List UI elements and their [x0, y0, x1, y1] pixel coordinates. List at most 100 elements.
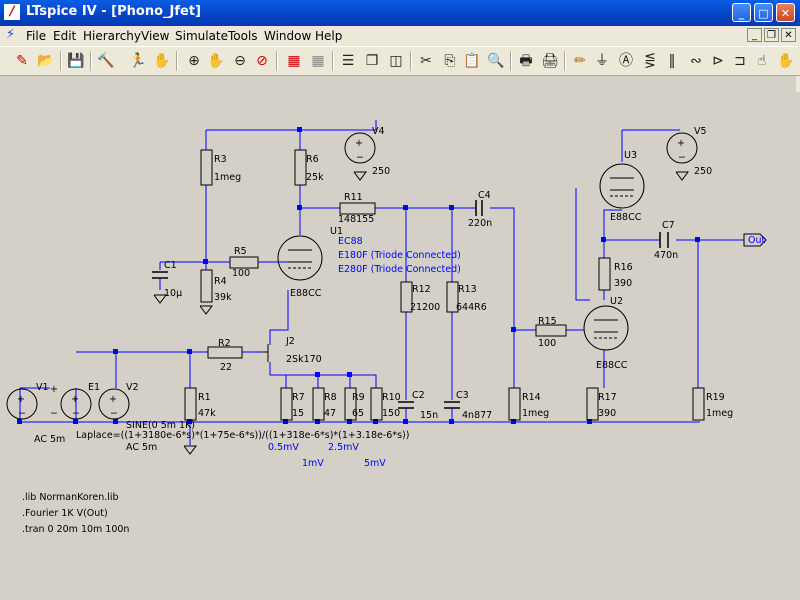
- run-icon[interactable]: 🏃: [128, 52, 148, 70]
- waveform-icon[interactable]: ▦: [284, 52, 304, 70]
- label-v4-name: V4: [372, 126, 385, 137]
- cascade-icon[interactable]: ❐: [362, 52, 382, 70]
- component-icon[interactable]: ⊐: [730, 52, 750, 70]
- open-icon[interactable]: 📂: [36, 52, 56, 70]
- label-c7-value: 470n: [654, 250, 678, 261]
- schematic-doc-icon[interactable]: ⚡: [6, 28, 20, 42]
- jfet-j2: [262, 344, 269, 362]
- inductor-icon[interactable]: ∾: [686, 52, 706, 70]
- menu-file[interactable]: File: [26, 29, 46, 43]
- print-setup-icon[interactable]: 🖶: [516, 52, 536, 70]
- draw-wire-icon[interactable]: ✏: [570, 52, 590, 70]
- tube-u3: [599, 163, 645, 209]
- mdi-close-button[interactable]: ✕: [781, 28, 796, 42]
- cut-icon[interactable]: ✂: [416, 52, 436, 70]
- ltspice-app-icon[interactable]: /: [4, 4, 20, 20]
- label-r17-name: R17: [598, 392, 617, 403]
- directive-lib: .lib NormanKoren.lib: [22, 492, 119, 503]
- label-r19-name: R19: [706, 392, 725, 403]
- resistor-r4: [200, 269, 213, 303]
- resistor-r19: [692, 387, 705, 421]
- save-icon[interactable]: 💾: [66, 52, 86, 70]
- new-schematic-icon[interactable]: ✎: [12, 52, 32, 70]
- svg-text:−: −: [356, 152, 364, 163]
- menu-view[interactable]: View: [141, 29, 169, 43]
- spice-directives: .lib NormanKoren.lib .Fourier 1K V(Out) …: [22, 492, 129, 535]
- control-panel-icon[interactable]: 🔨: [96, 52, 116, 70]
- label-r3-value: 1meg: [214, 172, 241, 183]
- label-c1-name: C1: [164, 260, 177, 271]
- label-c4-name: C4: [478, 190, 491, 201]
- label-r6-value: 25k: [306, 172, 324, 183]
- level-1: 2.5mV: [328, 442, 359, 453]
- resistor-r6: [294, 149, 307, 186]
- close-button[interactable]: ✕: [776, 3, 795, 22]
- svg-text:−: −: [110, 408, 118, 419]
- svg-text:−: −: [18, 408, 26, 419]
- menu-edit[interactable]: Edit: [53, 29, 76, 43]
- scrollbar-right[interactable]: [796, 76, 800, 92]
- tile-vertical-icon[interactable]: ◫: [386, 52, 406, 70]
- label-v2-name: V2: [126, 382, 139, 393]
- label-r9-name: R9: [352, 392, 365, 403]
- schematic-canvas[interactable]: + − + − + − + − + − + − R3 1meg R6 25k V4: [0, 76, 796, 600]
- label-u2-value: E88CC: [596, 360, 628, 371]
- move-icon[interactable]: ☝: [752, 52, 772, 70]
- resistor-r17: [586, 387, 599, 421]
- copy-icon[interactable]: ⎘: [440, 52, 460, 70]
- menu-window[interactable]: Window: [264, 29, 311, 43]
- tile-horizontal-icon[interactable]: ☰: [338, 52, 358, 70]
- label-r15-value: 100: [538, 338, 556, 349]
- paste-icon[interactable]: 📋: [462, 52, 482, 70]
- label-r2-value: 22: [220, 362, 232, 373]
- label-c1-value: 10µ: [164, 288, 182, 299]
- capacitor-icon[interactable]: ‖: [662, 52, 682, 70]
- label-r6-name: R6: [306, 154, 319, 165]
- find-icon[interactable]: 🔍: [486, 52, 506, 70]
- drag-icon[interactable]: ✋: [776, 52, 796, 70]
- label-r10-name: R10: [382, 392, 401, 403]
- tube-note-0: EC88: [338, 236, 363, 247]
- mdi-restore-button[interactable]: ❐: [764, 28, 779, 42]
- label-r14-value: 1meg: [522, 408, 549, 419]
- out-label: Out: [748, 235, 765, 246]
- level-0: 0.5mV: [268, 442, 299, 453]
- tube-note-1: E180F (Triode Connected): [338, 250, 461, 261]
- label-c3-value: 4n877: [462, 410, 492, 421]
- menu-tools[interactable]: Tools: [228, 29, 258, 43]
- ground-icon[interactable]: ⏚: [592, 52, 612, 70]
- label-r15-name: R15: [538, 316, 557, 327]
- component-labels: R3 1meg R6 25k V4 250 R11 148155 C4 220n…: [34, 126, 733, 453]
- label-v5-name: V5: [694, 126, 707, 137]
- label-net-icon[interactable]: Ⓐ: [616, 52, 636, 70]
- waveform-off-icon[interactable]: ▦: [308, 52, 328, 70]
- resistor-icon[interactable]: ⋚: [640, 52, 660, 70]
- label-r9-value: 65: [352, 408, 364, 419]
- pan-icon[interactable]: ✋: [206, 52, 226, 70]
- menu-hierarchy[interactable]: Hierarchy: [83, 29, 141, 43]
- directive-fourier: .Fourier 1K V(Out): [22, 508, 108, 519]
- label-v4-value: 250: [372, 166, 390, 177]
- laplace-label: Laplace=((1+3180e-6*s)*(1+75e-6*s))/((1+…: [76, 430, 409, 441]
- minimize-button[interactable]: _: [732, 3, 751, 22]
- diode-icon[interactable]: ⊳: [708, 52, 728, 70]
- label-r5-name: R5: [234, 246, 247, 257]
- zoom-in-icon[interactable]: ⊕: [184, 52, 204, 70]
- halt-icon[interactable]: ✋: [152, 52, 172, 70]
- menu-help[interactable]: Help: [315, 29, 342, 43]
- mdi-minimize-button[interactable]: _: [747, 28, 762, 42]
- label-v1-value: AC 5m: [34, 434, 65, 445]
- resistor-r7: [280, 387, 293, 421]
- label-u3-value: E88CC: [610, 212, 642, 223]
- maximize-button[interactable]: □: [754, 3, 773, 22]
- svg-text:+: +: [17, 394, 25, 405]
- print-icon[interactable]: 🖨: [540, 52, 560, 70]
- tube-note-2: E280F (Triode Connected): [338, 264, 461, 275]
- label-r16-name: R16: [614, 262, 633, 273]
- zoom-cancel-icon[interactable]: ⊘: [252, 52, 272, 70]
- label-r19-value: 1meg: [706, 408, 733, 419]
- menu-simulate[interactable]: Simulate: [175, 29, 228, 43]
- menu-bar: ⚡ File Edit Hierarchy View Simulate Tool…: [0, 26, 800, 46]
- svg-text:+: +: [50, 384, 58, 395]
- zoom-out-icon[interactable]: ⊖: [230, 52, 250, 70]
